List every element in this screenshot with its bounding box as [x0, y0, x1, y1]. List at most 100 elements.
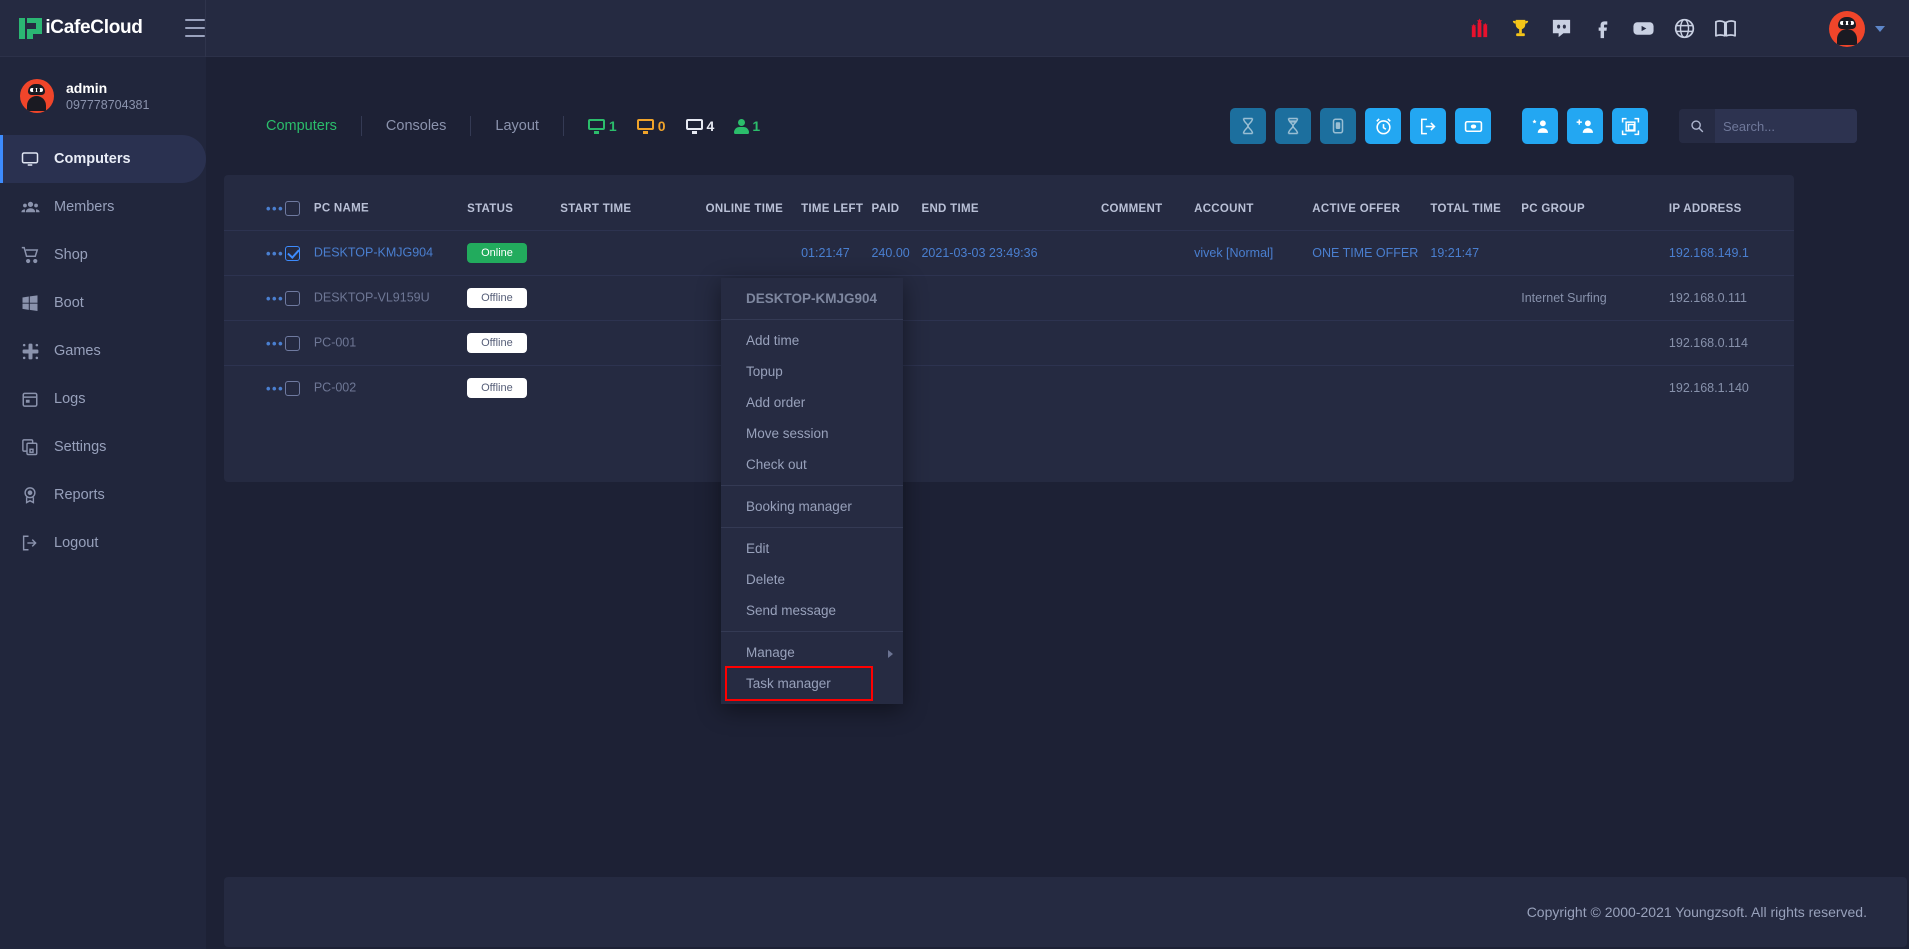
- sidebar-item-settings[interactable]: Settings: [0, 423, 206, 471]
- context-item-edit[interactable]: Edit: [721, 533, 903, 564]
- row-account: [1194, 320, 1313, 366]
- row-pc-name[interactable]: DESKTOP-KMJG904: [314, 246, 433, 260]
- hamburger-menu-icon[interactable]: [184, 19, 205, 37]
- row-account[interactable]: vivek [Normal]: [1194, 230, 1313, 276]
- header-pc-name[interactable]: PC NAME: [285, 175, 467, 231]
- alarm-button[interactable]: [1365, 108, 1401, 144]
- row-account: [1194, 365, 1313, 410]
- header-time-left[interactable]: TIME LEFT: [801, 175, 871, 231]
- header-comment[interactable]: COMMENT: [1101, 175, 1194, 231]
- main-content: Computers Consoles Layout 1 0 4 1 Search…: [206, 57, 1909, 949]
- header-ip-address[interactable]: IP ADDRESS: [1669, 175, 1794, 231]
- counter-warning[interactable]: 0: [636, 118, 666, 134]
- header-status[interactable]: STATUS: [467, 175, 560, 231]
- row-checkbox[interactable]: [285, 380, 301, 396]
- youtube-icon[interactable]: [1632, 17, 1655, 40]
- discord-icon[interactable]: [1550, 17, 1573, 40]
- header-end-time[interactable]: END TIME: [921, 175, 1100, 231]
- row-pc-name[interactable]: DESKTOP-VL9159U: [314, 291, 430, 305]
- header-online-time[interactable]: ONLINE TIME: [706, 175, 801, 231]
- user-menu[interactable]: [1829, 0, 1885, 57]
- monitor-icon: [20, 149, 40, 169]
- hourglass-start-button[interactable]: [1230, 108, 1266, 144]
- logout-session-button[interactable]: [1410, 108, 1446, 144]
- context-item-topup[interactable]: Topup: [721, 356, 903, 387]
- counter-value: 0: [657, 118, 666, 134]
- header-paid[interactable]: PAID: [871, 175, 921, 231]
- context-item-check-out[interactable]: Check out: [721, 449, 903, 480]
- users-icon: [20, 197, 40, 217]
- add-guest-button[interactable]: [1567, 108, 1603, 144]
- context-menu-group-booking: Booking manager: [721, 486, 903, 528]
- table-row[interactable]: ••• DESKTOP-VL9159U Offline Internet Sur…: [224, 275, 1794, 321]
- gift-ranking-icon[interactable]: [1468, 17, 1491, 40]
- row-pc-name[interactable]: PC-002: [314, 381, 356, 395]
- search-input[interactable]: [1715, 109, 1857, 143]
- tab-layout[interactable]: Layout: [471, 116, 564, 136]
- context-item-move-session[interactable]: Move session: [721, 418, 903, 449]
- row-end-time: [921, 320, 1101, 366]
- header-active-offer[interactable]: ACTIVE OFFER: [1312, 175, 1430, 231]
- row-paid: 240.00: [871, 230, 922, 276]
- context-item-task-manager[interactable]: Task manager: [725, 666, 873, 701]
- row-start-time: [560, 275, 706, 321]
- row-account: [1194, 275, 1313, 321]
- context-item-booking-manager[interactable]: Booking manager: [721, 491, 903, 522]
- status-badge: Offline: [467, 333, 527, 353]
- header-account[interactable]: ACCOUNT: [1194, 175, 1312, 231]
- row-actions-icon[interactable]: •••: [266, 336, 284, 351]
- trophy-icon[interactable]: [1509, 17, 1532, 40]
- sidebar-item-shop[interactable]: Shop: [0, 231, 206, 279]
- sidebar-item-logout[interactable]: Logout: [0, 519, 206, 567]
- screenshot-button[interactable]: [1612, 108, 1648, 144]
- sidebar-item-games[interactable]: Games: [0, 327, 206, 375]
- column-options-icon[interactable]: •••: [266, 201, 284, 216]
- header-total-time[interactable]: TOTAL TIME: [1430, 175, 1521, 231]
- row-checkbox[interactable]: [285, 245, 301, 261]
- context-item-manage[interactable]: Manage: [721, 637, 903, 668]
- globe-icon[interactable]: [1673, 17, 1696, 40]
- sidebar-user-block[interactable]: admin 097778704381: [0, 57, 206, 135]
- row-start-time: [560, 320, 706, 366]
- counter-users[interactable]: 1: [734, 118, 760, 134]
- sidebar-item-computers[interactable]: Computers: [0, 135, 206, 183]
- chevron-right-icon: [888, 650, 893, 658]
- tab-consoles[interactable]: Consoles: [362, 116, 472, 136]
- row-ip-address: 192.168.0.114: [1668, 320, 1794, 366]
- sidebar-item-members[interactable]: Members: [0, 183, 206, 231]
- row-actions-icon[interactable]: •••: [266, 291, 284, 306]
- sidebar-item-label: Logs: [54, 391, 86, 407]
- row-actions-icon[interactable]: •••: [266, 381, 284, 396]
- sidebar-item-reports[interactable]: Reports: [0, 471, 206, 519]
- lock-button[interactable]: [1320, 108, 1356, 144]
- row-pc-group: [1521, 320, 1669, 366]
- context-item-send-message[interactable]: Send message: [721, 595, 903, 626]
- chevron-down-icon[interactable]: [1875, 25, 1885, 32]
- header-start-time[interactable]: START TIME: [560, 175, 705, 231]
- context-item-add-time[interactable]: Add time: [721, 325, 903, 356]
- header-pc-group[interactable]: PC GROUP: [1521, 175, 1669, 231]
- row-actions-icon[interactable]: •••: [266, 246, 284, 261]
- hourglass-end-button[interactable]: [1275, 108, 1311, 144]
- tab-computers[interactable]: Computers: [258, 116, 362, 136]
- sidebar-item-boot[interactable]: Boot: [0, 279, 206, 327]
- status-counters: 1 0 4 1: [564, 118, 760, 134]
- facebook-icon[interactable]: [1591, 17, 1614, 40]
- cash-button[interactable]: [1455, 108, 1491, 144]
- counter-online[interactable]: 1: [587, 118, 617, 134]
- context-item-delete[interactable]: Delete: [721, 564, 903, 595]
- row-pc-name[interactable]: PC-001: [314, 336, 356, 350]
- context-item-add-order[interactable]: Add order: [721, 387, 903, 418]
- table-row[interactable]: ••• PC-001 Offline 192.168.0.114: [224, 320, 1794, 366]
- add-member-button[interactable]: [1522, 108, 1558, 144]
- row-checkbox[interactable]: [285, 290, 301, 306]
- book-icon[interactable]: [1714, 17, 1737, 40]
- sidebar-item-logs[interactable]: Logs: [0, 375, 206, 423]
- row-checkbox[interactable]: [285, 335, 301, 351]
- table-row[interactable]: ••• DESKTOP-KMJG904 Online 01:21:47 240.…: [224, 230, 1794, 276]
- table-row[interactable]: ••• PC-002 Offline 192.168.1.140: [224, 365, 1794, 410]
- counter-total[interactable]: 4: [685, 118, 714, 134]
- search-box[interactable]: [1679, 109, 1857, 143]
- row-active-offer: [1312, 365, 1431, 410]
- select-all-checkbox[interactable]: [285, 201, 301, 216]
